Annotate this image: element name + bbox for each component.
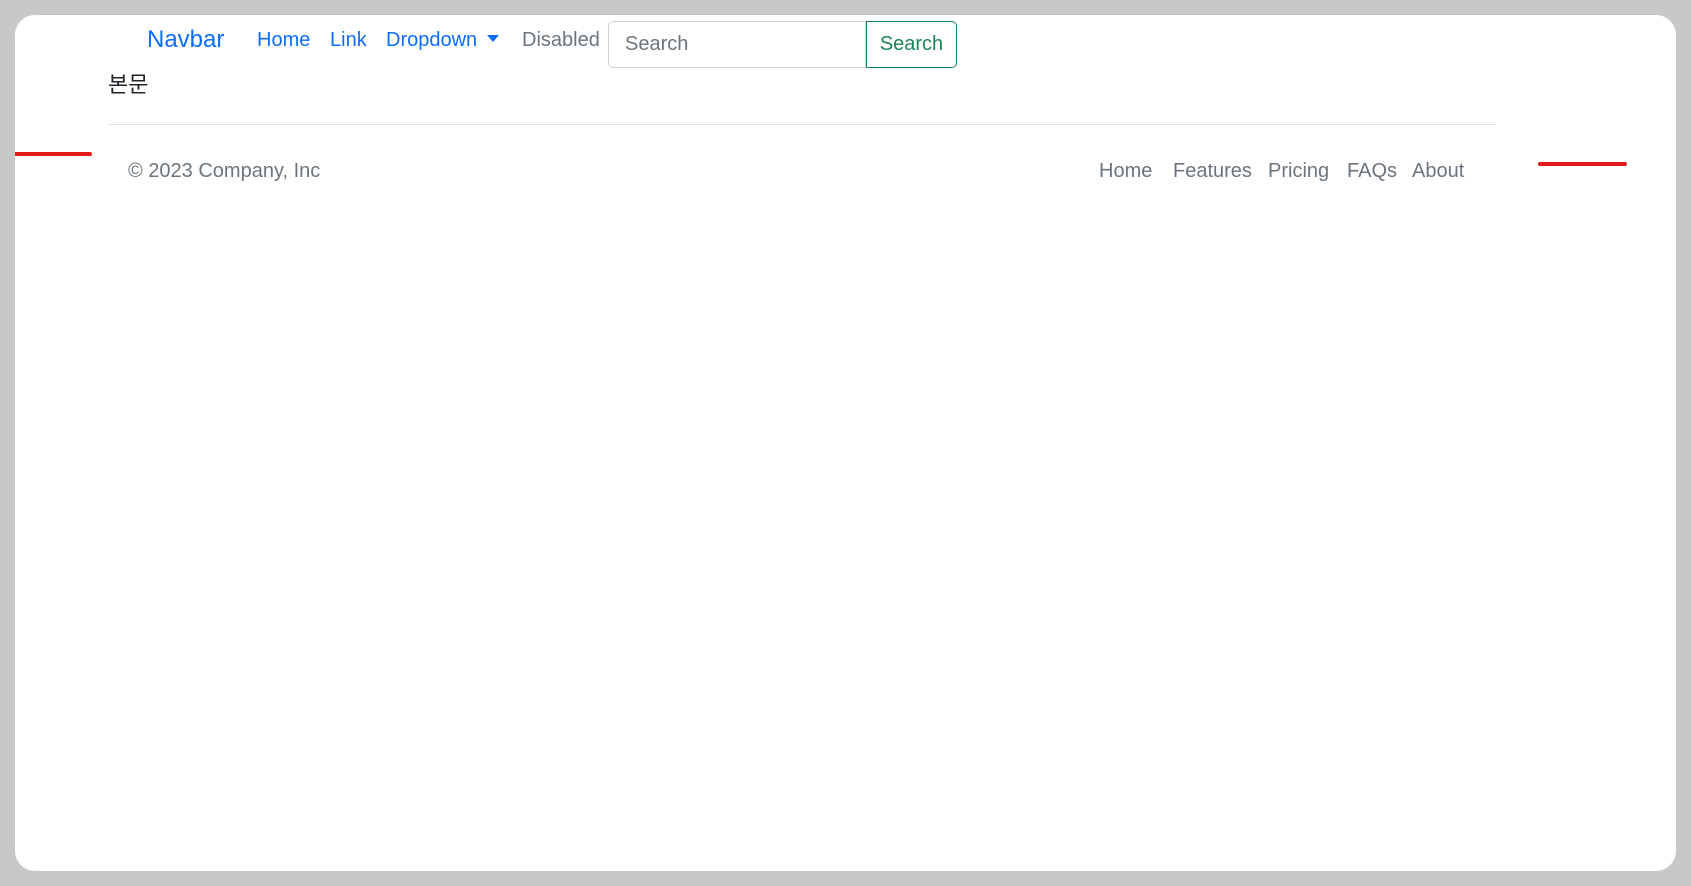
footer-link-about[interactable]: About [1412, 160, 1464, 183]
browser-window: Navbar Home Link Dropdown Disabled Searc… [15, 15, 1676, 871]
nav-link-link[interactable]: Link [330, 29, 367, 52]
annotation-red-line-left [15, 152, 92, 156]
caret-down-icon [487, 35, 500, 42]
nav-link-home[interactable]: Home [257, 29, 310, 52]
search-input[interactable] [608, 21, 866, 68]
nav-link-disabled: Disabled [522, 29, 600, 51]
nav-dropdown-label: Dropdown [386, 29, 478, 51]
annotation-red-line-right [1538, 162, 1627, 166]
footer-link-home[interactable]: Home [1099, 160, 1152, 183]
navbar-brand[interactable]: Navbar [147, 26, 224, 54]
navbar: Navbar Home Link Dropdown Disabled Searc… [15, 15, 1676, 68]
footer-copyright: © 2023 Company, Inc [128, 160, 321, 182]
main-content-text: 본문 [108, 73, 149, 98]
footer-link-pricing[interactable]: Pricing [1268, 160, 1329, 183]
footer-divider [108, 124, 1496, 125]
search-button[interactable]: Search [866, 21, 957, 68]
footer-link-features[interactable]: Features [1173, 160, 1252, 183]
nav-dropdown-toggle[interactable]: Dropdown [386, 29, 500, 52]
footer-link-faqs[interactable]: FAQs [1347, 160, 1397, 183]
